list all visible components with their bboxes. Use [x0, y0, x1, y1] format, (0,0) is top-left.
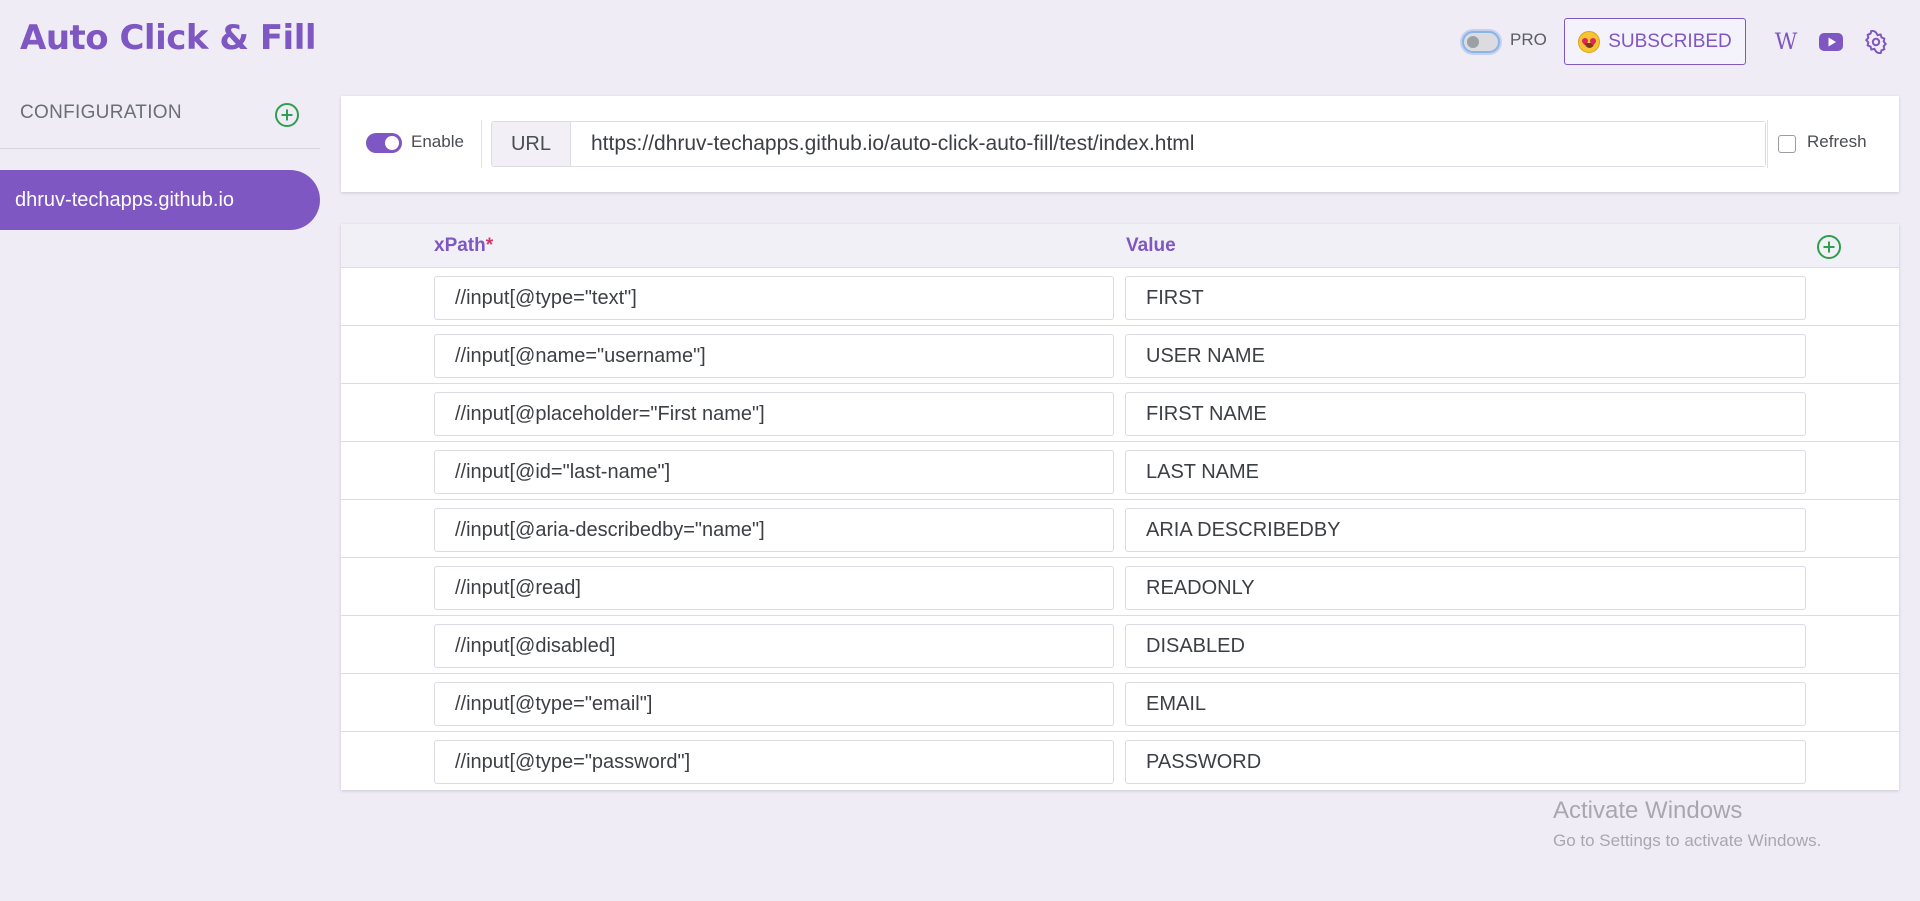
pro-label: PRO	[1510, 30, 1547, 49]
sidebar-title: CONFIGURATION	[20, 102, 182, 123]
value-input[interactable]	[1125, 392, 1806, 436]
xpath-input[interactable]	[434, 334, 1114, 378]
value-input[interactable]	[1125, 682, 1806, 726]
sidebar-item-config[interactable]: dhruv-techapps.github.io	[0, 170, 320, 230]
divider	[1767, 120, 1768, 168]
value-input[interactable]	[1125, 740, 1806, 784]
value-input[interactable]	[1125, 276, 1806, 320]
table-row	[341, 268, 1899, 326]
sidebar-header: CONFIGURATION	[20, 102, 300, 130]
xpath-input[interactable]	[434, 392, 1114, 436]
toggle-knob	[1467, 36, 1479, 48]
value-input[interactable]	[1125, 450, 1806, 494]
enable-toggle[interactable]	[366, 133, 402, 153]
subscribed-label: SUBSCRIBED	[1608, 30, 1732, 52]
configuration-card: Enable URL Refresh	[341, 96, 1899, 192]
table-header: xPath* Value	[341, 224, 1899, 268]
add-configuration-icon[interactable]	[274, 102, 300, 133]
value-input[interactable]	[1125, 624, 1806, 668]
table-row	[341, 674, 1899, 732]
enable-label: Enable	[411, 132, 464, 151]
refresh-label: Refresh	[1807, 132, 1867, 151]
pro-toggle[interactable]	[1462, 31, 1500, 53]
refresh-checkbox[interactable]	[1778, 135, 1796, 153]
xpath-input[interactable]	[434, 740, 1114, 784]
toggle-knob	[385, 136, 399, 150]
table-row	[341, 442, 1899, 500]
xpath-input[interactable]	[434, 450, 1114, 494]
value-input[interactable]	[1125, 508, 1806, 552]
url-label: URL	[492, 122, 571, 166]
table-row	[341, 326, 1899, 384]
add-row-icon[interactable]	[1816, 234, 1842, 265]
table-row	[341, 732, 1899, 790]
xpath-input[interactable]	[434, 682, 1114, 726]
value-input[interactable]	[1125, 566, 1806, 610]
youtube-icon[interactable]	[1818, 30, 1844, 54]
xpath-column-header: xPath*	[434, 235, 494, 256]
sidebar-divider	[0, 148, 320, 149]
xpath-input[interactable]	[434, 508, 1114, 552]
sidebar-item-label: dhruv-techapps.github.io	[15, 188, 235, 211]
watermark-title: Activate Windows	[1553, 797, 1743, 824]
table-row	[341, 384, 1899, 442]
required-mark: *	[485, 235, 494, 256]
value-column-header: Value	[1126, 235, 1176, 256]
divider	[481, 120, 482, 168]
wikipedia-icon[interactable]: W	[1773, 30, 1799, 55]
subscribed-button[interactable]: SUBSCRIBED	[1564, 18, 1746, 65]
gear-icon[interactable]	[1863, 30, 1889, 54]
xpath-input[interactable]	[434, 276, 1114, 320]
url-input-group: URL	[491, 121, 1766, 167]
xpath-input[interactable]	[434, 624, 1114, 668]
table-row	[341, 500, 1899, 558]
emoji-star-struck-icon	[1578, 30, 1601, 53]
table-row	[341, 558, 1899, 616]
value-input[interactable]	[1125, 334, 1806, 378]
xpath-input[interactable]	[434, 566, 1114, 610]
app-title: Auto Click & Fill	[20, 18, 317, 58]
activation-watermark: Activate Windows Go to Settings to activ…	[1553, 797, 1821, 851]
actions-table: xPath* Value	[341, 224, 1899, 790]
table-row	[341, 616, 1899, 674]
header-actions: PRO SUBSCRIBED W	[1360, 18, 1920, 66]
watermark-subtitle: Go to Settings to activate Windows.	[1553, 831, 1822, 850]
url-input[interactable]	[571, 122, 1765, 166]
